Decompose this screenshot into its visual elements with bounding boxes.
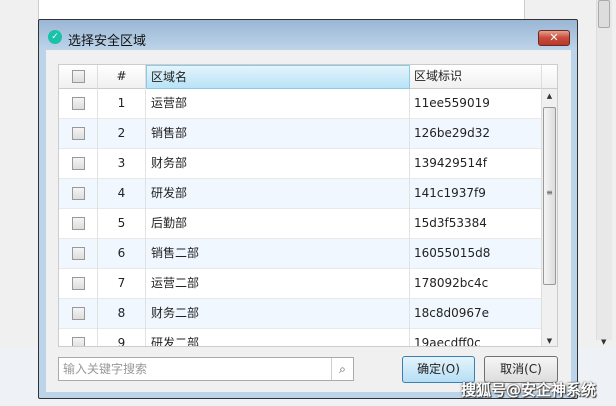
table-scrollbar[interactable]: ▲ ≡ ▼ <box>541 89 557 346</box>
row-number: 1 <box>98 89 146 119</box>
select-all-checkbox-cell[interactable] <box>59 65 98 89</box>
table-row[interactable]: 4 研发部 141c1937f9 <box>59 179 542 209</box>
zone-id: 141c1937f9 <box>414 186 486 200</box>
scroll-down-arrow-icon[interactable]: ▼ <box>542 337 557 345</box>
column-header-zone-id[interactable]: 区域标识 <box>410 65 542 89</box>
table-row[interactable]: 9 研发二部 19aecdff0c <box>59 329 542 347</box>
search-icon[interactable]: ⌕ <box>331 358 353 380</box>
row-checkbox-cell[interactable] <box>59 329 98 346</box>
row-checkbox[interactable] <box>71 157 85 170</box>
row-checkbox[interactable] <box>71 127 85 140</box>
row-number: 4 <box>98 179 146 209</box>
zone-id: 16055015d8 <box>414 246 491 260</box>
watermark: 搜狐号@安企神系统 <box>461 381 597 399</box>
background-scroll-thumb[interactable] <box>598 0 610 28</box>
row-number: 7 <box>98 269 146 299</box>
row-checkbox[interactable] <box>71 97 85 110</box>
row-number: 2 <box>98 119 146 149</box>
row-checkbox[interactable] <box>71 277 85 290</box>
zone-name: 财务部 <box>146 149 410 179</box>
row-checkbox-cell[interactable] <box>59 119 98 149</box>
row-checkbox-cell[interactable] <box>59 179 98 209</box>
zone-id: 11ee559019 <box>414 96 490 110</box>
row-number: 8 <box>98 299 146 329</box>
row-number: 9 <box>98 329 146 346</box>
scroll-thumb[interactable]: ≡ <box>543 107 556 285</box>
row-checkbox-cell[interactable] <box>59 239 98 269</box>
row-checkbox[interactable] <box>71 187 85 200</box>
zone-name: 研发二部 <box>146 329 410 346</box>
zone-id: 19aecdff0c <box>414 336 481 347</box>
zone-name: 销售部 <box>146 119 410 149</box>
table-row[interactable]: 2 销售部 126be29d32 <box>59 119 542 149</box>
table-row[interactable]: 1 运营部 11ee559019 <box>59 89 542 119</box>
close-button[interactable]: ✕ <box>538 30 570 46</box>
row-checkbox-cell[interactable] <box>59 269 98 299</box>
row-checkbox-cell[interactable] <box>59 89 98 119</box>
zone-table: # 区域名 区域标识 1 运营部 11ee559019 2 销售部 126be2… <box>58 64 558 347</box>
zone-name: 财务二部 <box>146 299 410 329</box>
zone-name: 研发部 <box>146 179 410 209</box>
dialog-title: 选择安全区域 <box>68 34 147 49</box>
zone-name: 运营部 <box>146 89 410 119</box>
row-checkbox[interactable] <box>71 217 85 230</box>
background-scrollbar[interactable] <box>596 0 612 340</box>
shield-icon: ✓ <box>48 30 62 44</box>
row-checkbox-cell[interactable] <box>59 299 98 329</box>
row-checkbox[interactable] <box>71 337 85 346</box>
table-row[interactable]: 7 运营二部 178092bc4c <box>59 269 542 299</box>
row-number: 3 <box>98 149 146 179</box>
zone-name: 后勤部 <box>146 209 410 239</box>
row-checkbox-cell[interactable] <box>59 149 98 179</box>
column-header-number[interactable]: # <box>98 65 146 89</box>
scroll-up-arrow-icon[interactable]: ▲ <box>542 92 557 100</box>
table-row[interactable]: 3 财务部 139429514f <box>59 149 542 179</box>
zone-name: 销售二部 <box>146 239 410 269</box>
select-security-zone-dialog: ✓ 选择安全区域 ✕ # 区域名 区域标识 1 运营部 11ee559019 2… <box>38 19 578 399</box>
row-number: 5 <box>98 209 146 239</box>
zone-id: 18c8d0967e <box>414 306 490 320</box>
select-all-checkbox[interactable] <box>71 70 85 83</box>
table-row[interactable]: 6 销售二部 16055015d8 <box>59 239 542 269</box>
zone-id: 126be29d32 <box>414 126 491 140</box>
dialog-body: # 区域名 区域标识 1 运营部 11ee559019 2 销售部 126be2… <box>46 50 571 392</box>
table-header: # 区域名 区域标识 <box>59 65 557 89</box>
zone-id: 139429514f <box>414 156 487 170</box>
row-checkbox[interactable] <box>71 307 85 320</box>
row-checkbox[interactable] <box>71 247 85 260</box>
search-box[interactable]: ⌕ <box>58 357 354 381</box>
zone-name: 运营二部 <box>146 269 410 299</box>
zone-id: 178092bc4c <box>414 276 489 290</box>
row-number: 6 <box>98 239 146 269</box>
search-input[interactable] <box>59 358 329 380</box>
row-checkbox-cell[interactable] <box>59 209 98 239</box>
title-bar[interactable]: ✓ 选择安全区域 ✕ <box>39 20 577 50</box>
table-row[interactable]: 8 财务二部 18c8d0967e <box>59 299 542 329</box>
zone-id: 15d3f53384 <box>414 216 487 230</box>
table-row[interactable]: 5 后勤部 15d3f53384 <box>59 209 542 239</box>
scroll-down-arrow-icon[interactable]: ▼ <box>601 338 606 346</box>
column-header-zone-name[interactable]: 区域名 <box>146 65 410 89</box>
